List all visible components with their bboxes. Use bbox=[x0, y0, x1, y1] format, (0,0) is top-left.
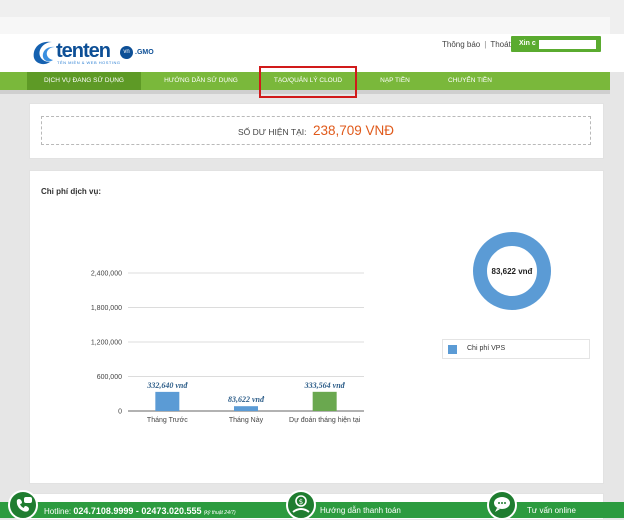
hotline-text[interactable]: Hotline: 024.7108.9999 - 02473.020.555 (… bbox=[44, 506, 236, 516]
logo-vn-badge: vn bbox=[120, 46, 133, 59]
y-tick-label: 2,400,000 bbox=[91, 271, 122, 278]
logo-gmo: .GMO bbox=[135, 49, 154, 56]
x-tick-label: Dự đoán tháng hiện tại bbox=[289, 417, 361, 424]
hotline-numbers: 024.7108.9999 - 02473.020.555 bbox=[73, 506, 202, 516]
browser-top-band bbox=[0, 0, 624, 35]
user-menu-button[interactable]: Xin c ⌄ bbox=[511, 36, 601, 52]
bar bbox=[155, 391, 180, 411]
legend-swatch bbox=[448, 345, 457, 354]
cost-bar-chart: 0 600,000 1,200,000 1,800,000 2,400,000 332,6… bbox=[91, 232, 551, 424]
bar-data-label: 83,622 vnđ bbox=[228, 395, 265, 404]
balance-label: Số dư hiện tại: bbox=[237, 127, 307, 137]
payment-guide-link[interactable]: Hướng dẫn thanh toán bbox=[320, 506, 401, 515]
browser-toolbar bbox=[0, 17, 610, 35]
logout-link[interactable]: Thoát bbox=[490, 40, 510, 49]
donut-center-label: 83,622 vnđ bbox=[492, 267, 533, 276]
header-divider: | bbox=[484, 40, 487, 49]
y-tick-label: 1,800,000 bbox=[91, 305, 122, 312]
nav-item-services-in-use[interactable]: Dịch vụ đang sử dụng bbox=[27, 72, 141, 90]
chart-legend: Chi phí VPS bbox=[442, 339, 590, 359]
nav-item-top-up[interactable]: Nạp tiền bbox=[362, 72, 428, 90]
notifications-link[interactable]: Thông báo bbox=[442, 40, 480, 49]
bar bbox=[312, 391, 337, 411]
x-tick-label: Tháng Này bbox=[229, 417, 264, 424]
hotline-note: (kỹ thuật 24/7) bbox=[203, 510, 236, 516]
online-support-link[interactable]: Tư vấn online bbox=[527, 506, 576, 515]
bar-data-label: 333,564 vnđ bbox=[304, 381, 346, 390]
logo-tagline: TÊN MIỀN & WEB HOSTING bbox=[57, 60, 121, 65]
logo-swirl-icon bbox=[33, 41, 55, 65]
y-tick-label: 1,200,000 bbox=[91, 340, 122, 347]
user-greeting: Xin c bbox=[519, 40, 536, 47]
nav-item-user-guide[interactable]: Hướng dẫn sử dụng bbox=[148, 72, 254, 90]
nav-item-transfer[interactable]: Chuyển tiền bbox=[430, 72, 510, 90]
y-tick-label: 600,000 bbox=[97, 374, 122, 381]
service-cost-card: Chi phí dịch vụ: 0 600,000 1,200,000 1,800,… bbox=[29, 170, 604, 484]
legend-label: Chi phí VPS bbox=[467, 345, 506, 352]
phone-chat-icon bbox=[8, 490, 38, 520]
chevron-down-icon: ⌄ bbox=[590, 39, 597, 48]
username-redacted bbox=[539, 40, 596, 49]
y-tick-label: 0 bbox=[118, 409, 122, 416]
bar bbox=[234, 406, 258, 411]
footer-bar: Hotline: 024.7108.9999 - 02473.020.555 (… bbox=[0, 490, 624, 520]
x-tick-label: Tháng Trước bbox=[147, 417, 188, 424]
svg-text:$: $ bbox=[299, 498, 303, 506]
tenten-logo[interactable]: tenten vn .GMO TÊN MIỀN & WEB HOSTING bbox=[30, 38, 156, 68]
hotline-label: Hotline: bbox=[44, 507, 72, 516]
balance-box: Số dư hiện tại: 238,709 VNĐ bbox=[41, 116, 591, 145]
balance-card: Số dư hiện tại: 238,709 VNĐ bbox=[29, 103, 604, 159]
payment-icon[interactable]: $ bbox=[286, 490, 316, 520]
bar-data-label: 332,640 vnđ bbox=[146, 381, 188, 390]
header-links: Thông báo | Thoát bbox=[442, 40, 511, 49]
balance-value: 238,709 VNĐ bbox=[312, 123, 395, 138]
highlight-box bbox=[259, 66, 357, 98]
chat-bubble-icon[interactable] bbox=[487, 490, 517, 520]
